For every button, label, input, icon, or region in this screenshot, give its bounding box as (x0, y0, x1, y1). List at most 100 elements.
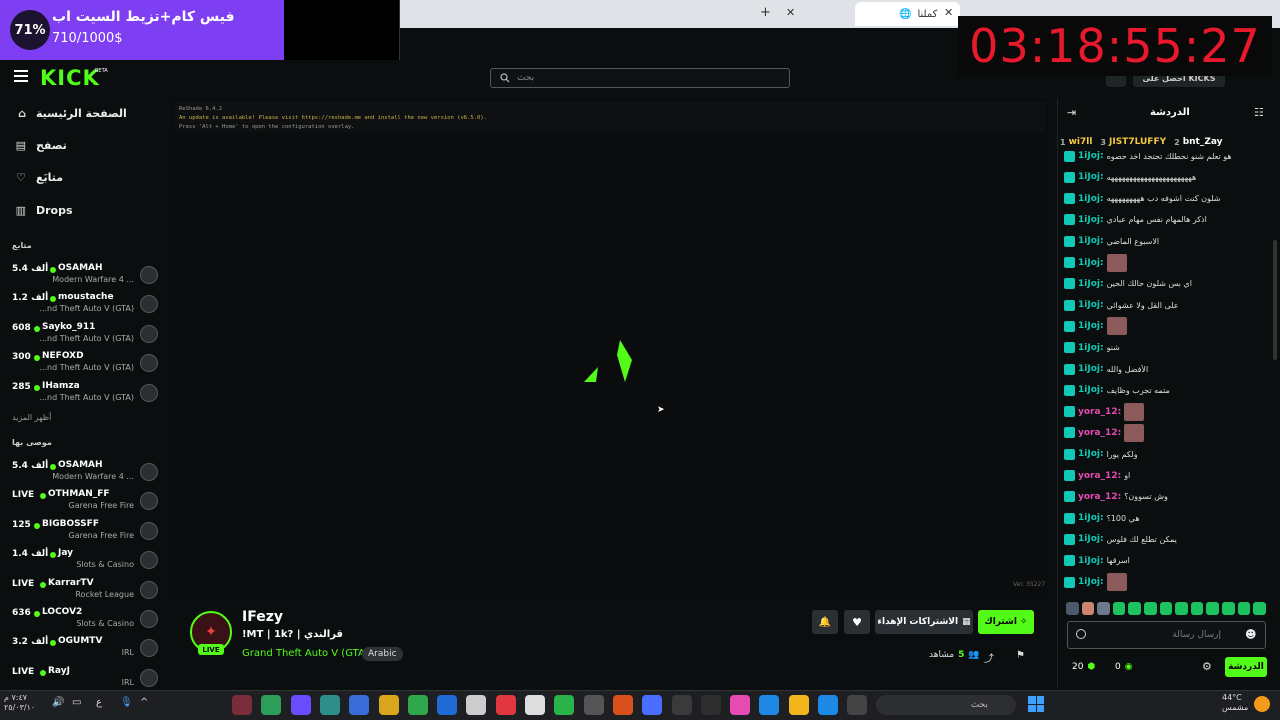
emote-button[interactable] (1175, 601, 1188, 615)
taskbar-app-icon[interactable] (261, 695, 282, 715)
sidebar-item-following[interactable]: ♡ متابَع (14, 171, 63, 184)
mic-icon[interactable]: 🎙 (120, 697, 133, 708)
volume-icon[interactable]: 🔊 (52, 697, 64, 708)
chat-username[interactable]: yora_12: (1078, 471, 1121, 481)
taskbar-app-icon[interactable] (554, 695, 575, 715)
subscribe-button[interactable]: اشتراك ✧ (978, 610, 1034, 634)
sidebar-channel[interactable]: 125 BIGBOSSFF Garena Free Fire (10, 518, 160, 546)
emoji-icon[interactable]: ☻ (1245, 628, 1256, 641)
chat-username[interactable]: 1iJoj: (1078, 364, 1104, 374)
taskbar-app-icon[interactable] (788, 695, 809, 715)
language-tag[interactable]: Arabic (362, 647, 403, 661)
sidebar-channel[interactable]: 1.4 ألف Jay Slots & Casino (10, 547, 160, 575)
collapse-chat-icon[interactable]: ⇥ (1067, 106, 1076, 119)
taskbar-app-icon[interactable] (319, 695, 340, 715)
chat-username[interactable]: 1iJoj: (1078, 449, 1104, 459)
new-tab-button[interactable]: + (760, 5, 771, 20)
taskbar-app-icon[interactable] (232, 695, 252, 715)
kick-logo[interactable]: KICK (40, 66, 100, 90)
sidebar-item-drops[interactable]: ▥ Drops (14, 204, 73, 217)
taskbar-clock[interactable]: ٧:٤٧ م ٢٥/٠٣/١٠ (4, 693, 35, 713)
taskbar-app-icon[interactable] (583, 695, 604, 715)
chat-username[interactable]: 1iJoj: (1078, 534, 1104, 544)
emote-button[interactable] (1097, 601, 1110, 615)
chat-username[interactable]: 1iJoj: (1078, 236, 1104, 246)
chat-username[interactable]: 1iJoj: (1078, 343, 1104, 353)
menu-icon[interactable] (14, 70, 28, 82)
settings-icon[interactable]: ⚙ (1202, 660, 1212, 673)
language-indicator[interactable]: ع (96, 697, 102, 708)
chat-username[interactable]: 1iJoj: (1078, 279, 1104, 289)
taskbar-app-icon[interactable] (349, 695, 370, 715)
sidebar-channel[interactable]: 1.2 ألف moustache ...nd Theft Auto V (GTA) (10, 291, 160, 319)
emote-button[interactable] (1081, 601, 1095, 615)
weather-widget[interactable]: 44°C مشمس (1222, 693, 1248, 713)
chat-username[interactable]: yora_12: (1078, 407, 1121, 417)
taskbar-app-icon[interactable] (495, 695, 516, 715)
tray-expand-icon[interactable]: ^ (140, 697, 148, 708)
chat-username[interactable]: 1iJoj: (1078, 513, 1104, 523)
chat-input[interactable]: إرسال رسالة (1067, 621, 1266, 649)
chat-username[interactable]: 1iJoj: (1078, 300, 1104, 310)
favorite-button[interactable]: ♥ (844, 610, 870, 634)
sidebar-channel[interactable]: 5.4 ألف OSAMAH Modern Warfare 4 ... (10, 262, 160, 290)
taskbar-app-icon[interactable] (290, 695, 311, 715)
sidebar-channel[interactable]: 5.4 ألف OSAMAH Modern Warfare 4 ... (10, 459, 160, 487)
chat-username[interactable]: 1iJoj: (1078, 258, 1104, 268)
emote-button[interactable] (1066, 601, 1079, 615)
chat-username[interactable]: 1iJoj: (1078, 151, 1104, 161)
sidebar-channel[interactable]: 3.2 ألف OGUMTV IRL (10, 635, 160, 663)
taskbar-app-icon[interactable] (700, 695, 721, 715)
chat-username[interactable]: 1iJoj: (1078, 215, 1104, 225)
windows-start-icon[interactable] (1028, 696, 1044, 712)
sidebar-item-browse[interactable]: ▤ تصفح (14, 139, 67, 152)
emote-button[interactable] (1222, 601, 1235, 615)
emote-button[interactable] (1237, 601, 1251, 615)
chat-username[interactable]: yora_12: (1078, 492, 1121, 502)
sidebar-item-home[interactable]: ⌂ الصفحة الرئيسية (14, 107, 127, 120)
taskbar-app-icon[interactable] (466, 695, 487, 715)
chat-username[interactable]: 1iJoj: (1078, 385, 1104, 395)
sidebar-channel[interactable]: 300 NEFOXD ...nd Theft Auto V (GTA) (10, 350, 160, 378)
stream-category-link[interactable]: Grand Theft Auto V (GTA) (242, 648, 369, 659)
chat-username[interactable]: 1iJoj: (1078, 556, 1104, 566)
emote-button[interactable] (1159, 601, 1173, 615)
taskbar-app-icon[interactable] (847, 695, 868, 715)
close-tab-icon[interactable]: ✕ (944, 6, 953, 19)
close-tab-icon[interactable]: ✕ (786, 6, 795, 19)
emote-button[interactable] (1128, 601, 1142, 615)
emote-button[interactable] (1253, 601, 1266, 615)
sidebar-channel[interactable]: 636 LOCOV2 Slots & Casino (10, 606, 160, 634)
emote-button[interactable] (1190, 601, 1204, 615)
taskbar-search[interactable]: بحث (876, 695, 1016, 715)
chat-username[interactable]: yora_12: (1078, 428, 1121, 438)
sidebar-channel[interactable]: LIVE RayJ IRL (10, 665, 160, 693)
emote-button[interactable] (1206, 601, 1220, 615)
record-icon[interactable] (1076, 629, 1086, 639)
chat-users-icon[interactable]: ☷ (1254, 106, 1264, 119)
notification-button[interactable]: 🔔 (812, 610, 838, 634)
share-icon[interactable]: ⤴ (984, 650, 994, 665)
taskbar-app-icon[interactable] (818, 695, 838, 715)
network-icon[interactable]: ▭ (72, 697, 81, 708)
streamer-name[interactable]: IFezy (242, 609, 283, 625)
search-input[interactable]: بحث (490, 68, 790, 88)
taskbar-app-icon[interactable] (730, 695, 751, 715)
taskbar-app-icon[interactable] (759, 695, 780, 715)
taskbar-app-icon[interactable] (612, 695, 633, 715)
chat-username[interactable]: 1iJoj: (1078, 321, 1104, 331)
report-flag-icon[interactable]: ⚑ (1016, 650, 1025, 661)
gift-subs-button[interactable]: الاشتراكات الإهداء ▦ (875, 610, 973, 634)
taskbar-app-icon[interactable] (407, 695, 428, 715)
sidebar-channel[interactable]: 285 IHamza ...nd Theft Auto V (GTA) (10, 380, 160, 408)
chat-send-button[interactable]: الدردشة (1225, 657, 1267, 677)
sidebar-channel[interactable]: 608 Sayko_911 ...nd Theft Auto V (GTA) (10, 321, 160, 349)
sidebar-channel[interactable]: LIVE KarrarTV Rocket League (10, 577, 160, 605)
emote-button[interactable] (1112, 601, 1126, 615)
taskbar-app-icon[interactable] (378, 695, 399, 715)
chat-scrollbar[interactable] (1273, 240, 1277, 360)
taskbar-app-icon[interactable] (525, 695, 545, 715)
taskbar-app-icon[interactable] (437, 695, 458, 715)
show-more-link[interactable]: أظهر المزيد (12, 413, 51, 422)
emote-button[interactable] (1144, 601, 1157, 615)
